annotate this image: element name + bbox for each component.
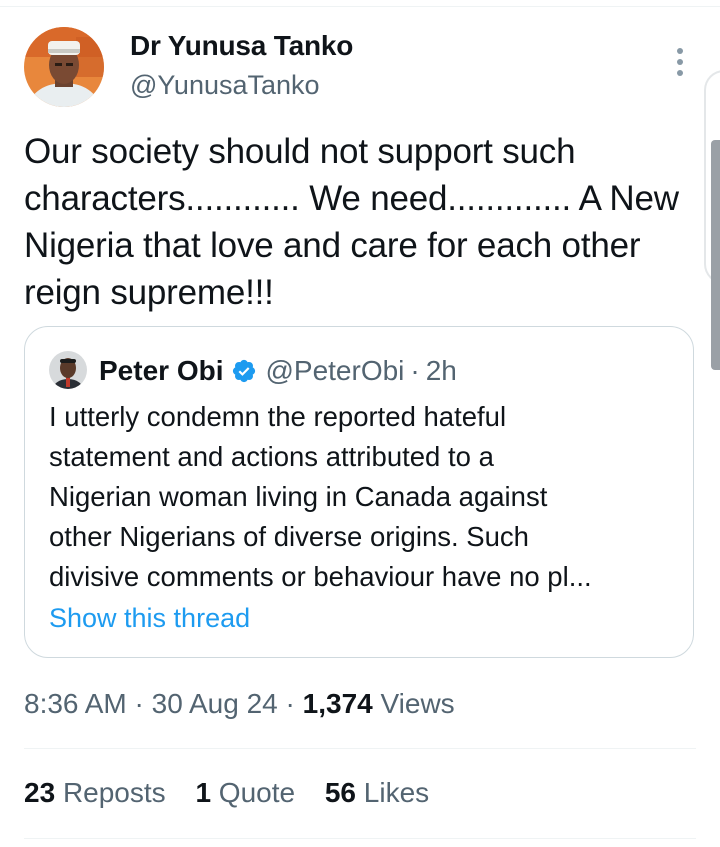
separator-dot: · bbox=[285, 688, 295, 719]
likes-count: 56 bbox=[324, 777, 357, 808]
author-avatar[interactable] bbox=[24, 27, 104, 107]
tweet-text: Our society should not support such char… bbox=[24, 132, 679, 312]
quoted-author-handle[interactable]: @PeterObi bbox=[265, 355, 404, 387]
quoted-author-avatar[interactable] bbox=[49, 351, 87, 389]
author-name[interactable]: Dr Yunusa Tanko bbox=[130, 30, 353, 62]
likes-label: Likes bbox=[363, 777, 430, 808]
views-label: Views bbox=[380, 688, 455, 719]
views-count: 1,374 bbox=[302, 688, 373, 719]
quotes-stat[interactable]: 1 Quote bbox=[195, 777, 302, 808]
author-handle[interactable]: @YunusaTanko bbox=[130, 70, 320, 101]
quoted-tweet-card[interactable]: Peter Obi @PeterObi · 2h I utterly conde… bbox=[24, 326, 694, 658]
engagement-stats: 23 Reposts 1 Quote 56 Likes bbox=[24, 777, 451, 809]
quoted-tweet-header: Peter Obi @PeterObi · 2h bbox=[99, 353, 457, 389]
tweet-time[interactable]: 8:36 AM bbox=[24, 688, 127, 719]
top-divider bbox=[0, 6, 720, 7]
more-icon[interactable] bbox=[664, 44, 696, 80]
scrollbar-handle[interactable] bbox=[711, 140, 720, 370]
show-thread-link[interactable]: Show this thread bbox=[49, 603, 250, 634]
quoted-tweet-text: I utterly condemn the reported hateful s… bbox=[49, 401, 592, 592]
verified-badge-icon bbox=[233, 359, 256, 383]
quotes-label: Quote bbox=[218, 777, 296, 808]
likes-stat[interactable]: 56 Likes bbox=[325, 777, 429, 808]
divider bbox=[24, 748, 696, 749]
quoted-author-name[interactable]: Peter Obi bbox=[99, 355, 223, 387]
quotes-count: 1 bbox=[195, 777, 212, 808]
reposts-count: 23 bbox=[24, 777, 56, 808]
separator-dot: · bbox=[134, 688, 144, 719]
divider bbox=[24, 838, 696, 839]
reposts-stat[interactable]: 23 Reposts bbox=[24, 777, 173, 808]
quoted-tweet-time[interactable]: 2h bbox=[426, 355, 457, 387]
tweet-meta: 8:36 AM · 30 Aug 24 · 1,374 Views bbox=[24, 688, 455, 720]
separator-dot: · bbox=[410, 355, 420, 386]
tweet-date[interactable]: 30 Aug 24 bbox=[152, 688, 278, 719]
reposts-label: Reposts bbox=[62, 777, 166, 808]
